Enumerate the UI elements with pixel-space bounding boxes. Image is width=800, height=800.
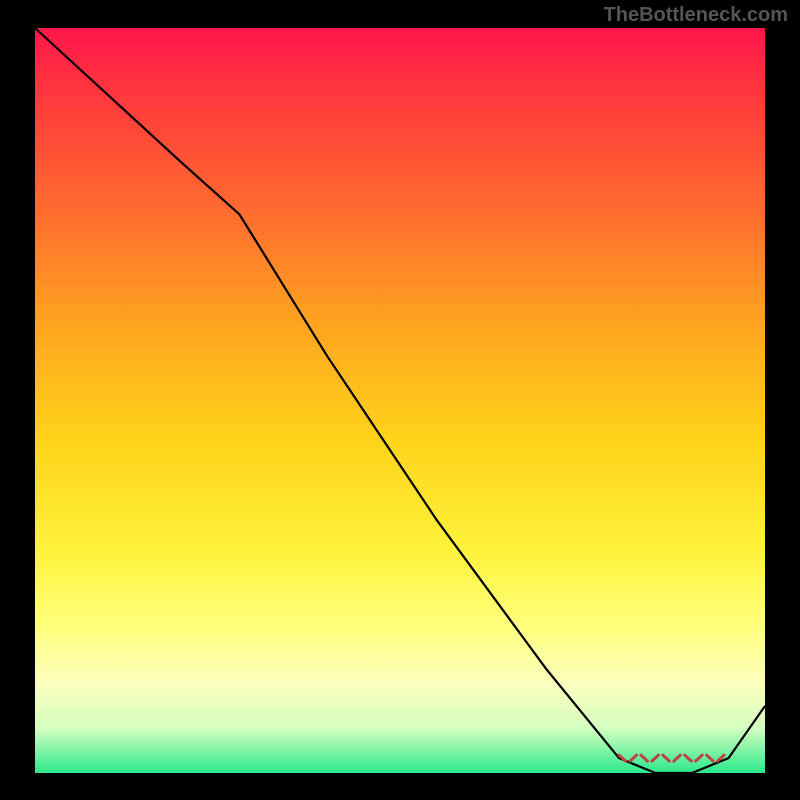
marker-dash — [663, 755, 670, 761]
marker-dash — [696, 755, 703, 761]
marker-dash — [652, 755, 659, 761]
marker-dash — [674, 755, 681, 761]
marker-dash — [707, 755, 714, 761]
chart-marker-band — [619, 755, 724, 761]
marker-dash — [685, 755, 692, 761]
chart-line-curve — [35, 28, 765, 773]
watermark-text: TheBottleneck.com — [604, 4, 788, 27]
chart-svg — [35, 28, 765, 773]
marker-dash — [641, 755, 648, 761]
marker-dash — [630, 755, 637, 761]
